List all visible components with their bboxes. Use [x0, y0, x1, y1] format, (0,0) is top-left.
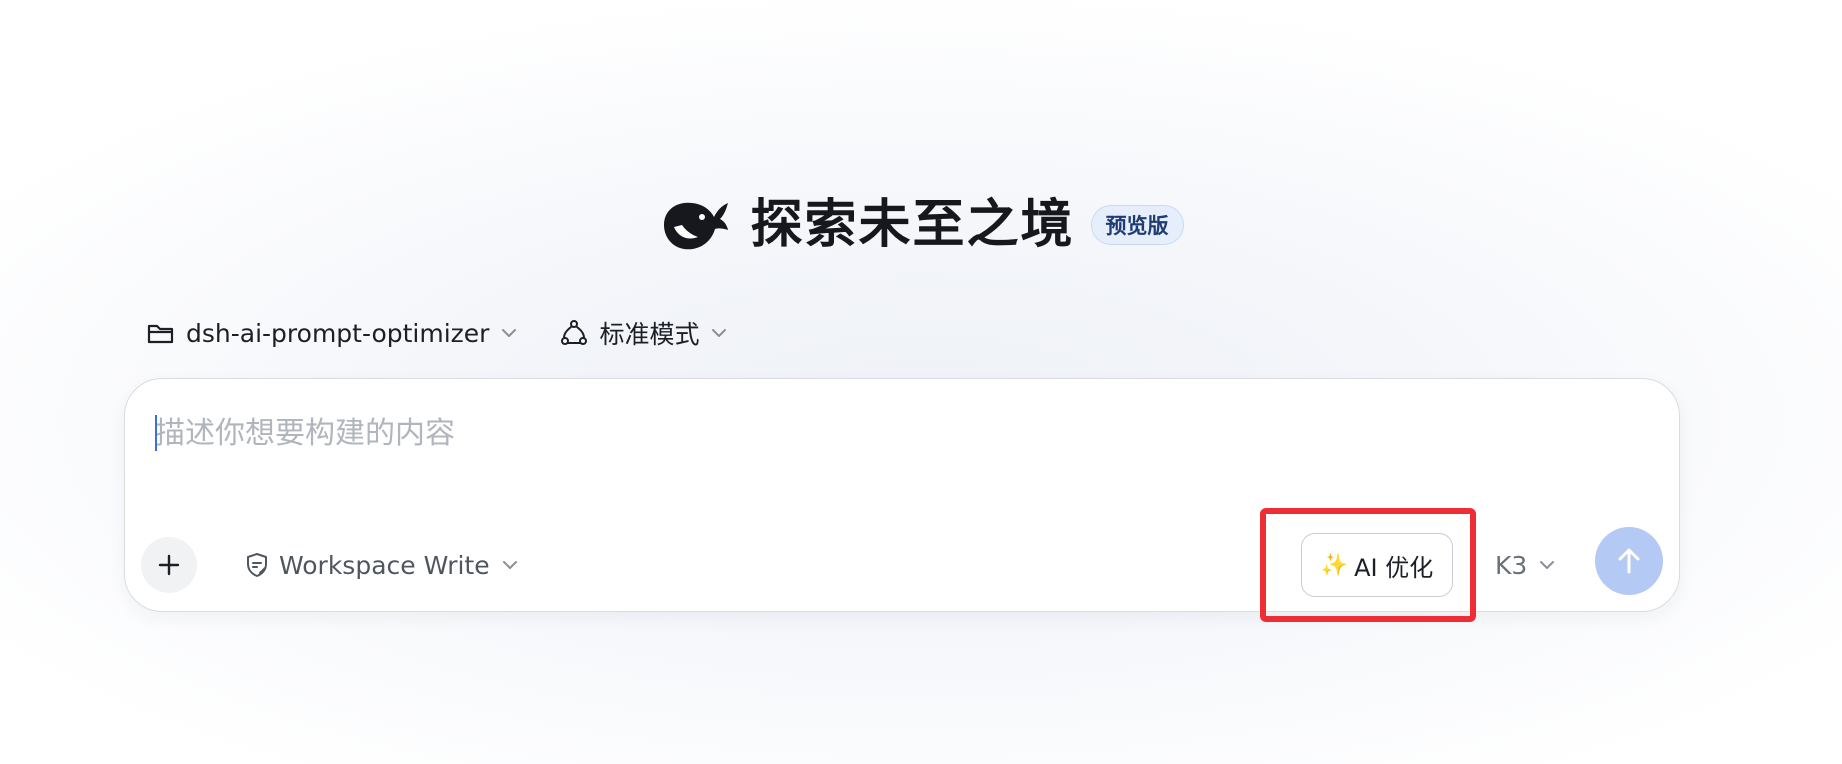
- prompt-composer: Workspace Write ✨ AI 优化 K3: [124, 378, 1680, 612]
- prompt-input[interactable]: [155, 405, 1635, 461]
- add-attachment-button[interactable]: [141, 537, 197, 593]
- permission-selector[interactable]: Workspace Write: [243, 547, 520, 583]
- permission-label: Workspace Write: [279, 550, 490, 580]
- project-selector-label: dsh-ai-prompt-optimizer: [186, 318, 490, 348]
- chevron-down-icon: [709, 323, 729, 343]
- project-selector[interactable]: dsh-ai-prompt-optimizer: [146, 315, 519, 351]
- folder-icon: [146, 318, 176, 348]
- mode-selector[interactable]: 标准模式: [559, 315, 729, 351]
- chevron-down-icon: [500, 555, 520, 575]
- send-button[interactable]: [1595, 527, 1663, 595]
- mode-nodes-icon: [559, 318, 589, 348]
- mode-selector-label: 标准模式: [599, 320, 700, 349]
- ai-optimize-label: AI 优化: [1354, 553, 1434, 582]
- ai-optimize-button[interactable]: ✨ AI 优化: [1301, 533, 1453, 597]
- plus-icon: [155, 551, 183, 579]
- chevron-down-icon: [499, 323, 519, 343]
- context-selectors: dsh-ai-prompt-optimizer 标准模式: [146, 315, 729, 351]
- model-selector[interactable]: K3: [1495, 547, 1557, 583]
- model-label: K3: [1495, 550, 1528, 580]
- sparkles-icon: ✨: [1320, 552, 1349, 578]
- arrow-up-icon: [1612, 544, 1646, 578]
- whale-logo-icon: [658, 195, 732, 255]
- page-title: 探索未至之境: [750, 195, 1075, 255]
- preview-badge: 预览版: [1090, 205, 1184, 245]
- shield-edit-icon: [243, 551, 271, 579]
- text-caret: [155, 415, 157, 451]
- hero-header: 探索未至之境 预览版: [0, 190, 1842, 260]
- chevron-down-icon: [1537, 555, 1557, 575]
